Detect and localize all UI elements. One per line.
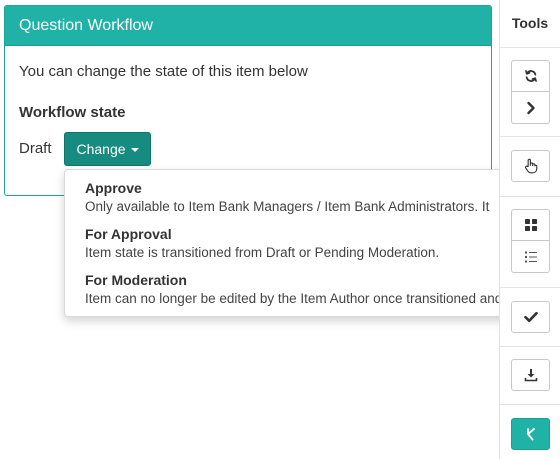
screen: Question Workflow You can change the sta… — [0, 0, 560, 459]
divider — [500, 196, 560, 197]
divider — [500, 287, 560, 288]
refresh-icon — [524, 70, 537, 82]
menu-item-description: Item can no longer be edited by the Item… — [85, 291, 503, 306]
divider — [500, 136, 560, 137]
validate-button[interactable] — [511, 301, 550, 333]
refresh-button[interactable] — [511, 60, 550, 92]
change-state-button[interactable]: Change — [64, 132, 151, 166]
menu-item-for-approval[interactable]: For Approval Item state is transitioned … — [85, 226, 513, 266]
tools-sidebar: Tools — [499, 0, 560, 459]
next-button[interactable] — [511, 92, 550, 124]
grid-icon — [524, 219, 537, 231]
tools-title: Tools — [511, 15, 549, 31]
menu-item-description: Only available to Item Bank Managers / I… — [85, 199, 490, 214]
change-button-label: Change — [76, 141, 126, 157]
pointer-hand-icon — [524, 158, 538, 174]
divider — [500, 346, 560, 347]
divider — [500, 404, 560, 405]
menu-item-for-moderation[interactable]: For Moderation Item can no longer be edi… — [85, 272, 513, 312]
caret-down-icon — [130, 148, 139, 152]
chevron-right-icon — [526, 101, 535, 114]
menu-item-title: Approve — [85, 180, 142, 196]
panel-description: You can change the state of this item be… — [19, 63, 308, 80]
download-button[interactable] — [511, 359, 550, 391]
check-icon — [523, 311, 538, 323]
menu-item-title: For Approval — [85, 226, 172, 242]
menu-item-approve[interactable]: Approve Only available to Item Bank Mana… — [85, 180, 513, 220]
workflow-state-heading: Workflow state — [19, 104, 126, 121]
panel-title: Question Workflow — [5, 6, 491, 46]
current-state-value: Draft — [19, 140, 52, 157]
workflow-icon — [526, 428, 535, 441]
workflow-state-dropdown: Approve Only available to Item Bank Mana… — [64, 169, 514, 317]
menu-item-title: For Moderation — [85, 272, 187, 288]
select-tool-button[interactable] — [511, 150, 550, 182]
divider — [500, 47, 560, 48]
workflow-button[interactable] — [511, 418, 550, 450]
list-view-button[interactable] — [511, 241, 550, 273]
menu-item-description: Item state is transitioned from Draft or… — [85, 245, 440, 260]
download-icon — [524, 369, 537, 382]
question-workflow-panel: Question Workflow You can change the sta… — [4, 5, 492, 196]
list-icon — [524, 251, 537, 262]
grid-view-button[interactable] — [511, 209, 550, 241]
